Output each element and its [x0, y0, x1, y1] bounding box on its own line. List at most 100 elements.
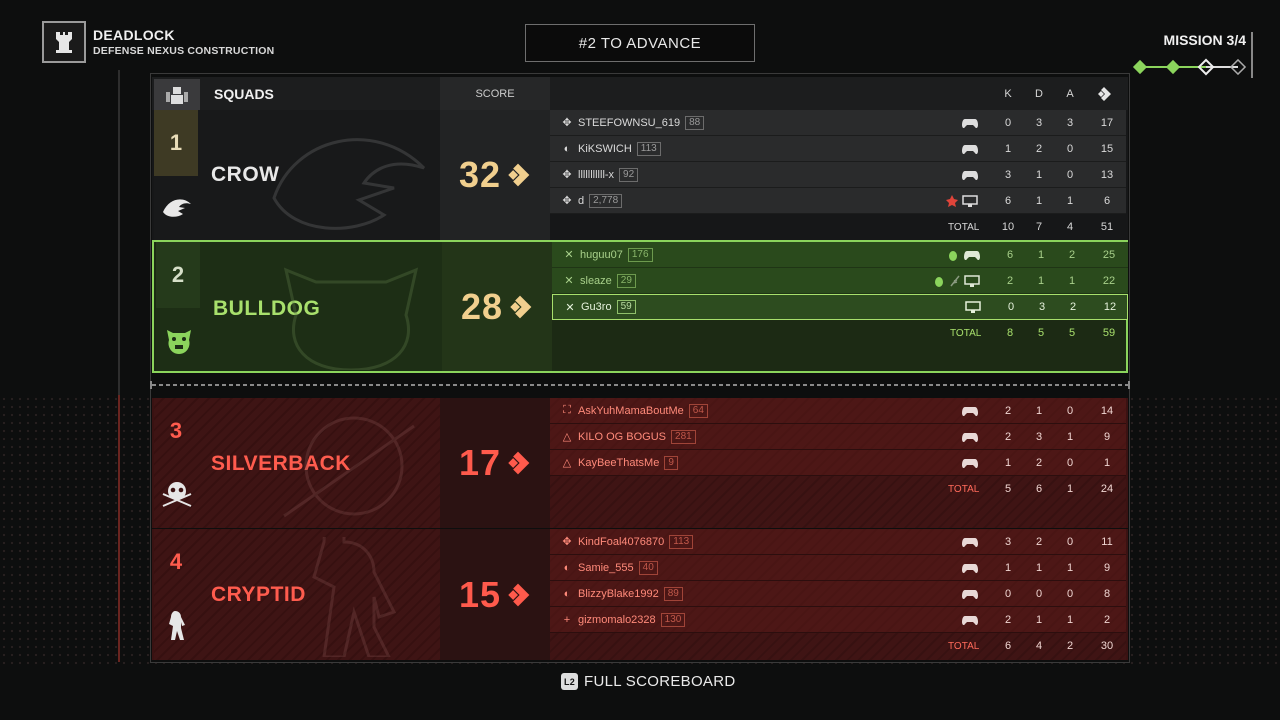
- points: 22: [1102, 274, 1116, 287]
- rank-icon: ◐: [563, 587, 571, 600]
- mode-header: DEADLOCK DEFENSE NEXUS CONSTRUCTION: [42, 21, 274, 63]
- controller-icon: [962, 563, 978, 573]
- squad-score: 32: [458, 154, 502, 195]
- deaths: 1: [1035, 404, 1043, 417]
- player-row[interactable]: ◐ Samie_555 40 1 1 1 9: [550, 555, 1126, 581]
- player-row[interactable]: ◐ BlizzyBlake1992 89 0 0 0 8: [550, 581, 1126, 607]
- player-level: 130: [660, 612, 686, 627]
- player-level: 92: [619, 167, 639, 182]
- grenade-icon: [935, 276, 943, 287]
- totals-row: TOTAL 10 7 4 51: [550, 214, 1126, 240]
- points: 9: [1103, 561, 1111, 574]
- player-level: 281: [671, 429, 696, 444]
- player-row[interactable]: ◐ KiKSWICH 113 1 2 0 15: [550, 136, 1126, 162]
- full-scoreboard-button[interactable]: L2 FULL SCOREBOARD: [561, 673, 735, 690]
- player-row[interactable]: △ KayBeeThatsMe 9 1 2 0 1: [550, 450, 1126, 476]
- player-level: 9: [664, 455, 678, 470]
- player-row[interactable]: △ KILO OG BOGUS 281 2 3 1 9: [550, 424, 1126, 450]
- player-row[interactable]: ✥ d 2,778 6 1 1 6: [550, 188, 1126, 214]
- total-kills: 10: [1001, 221, 1015, 233]
- squad-score-cell: 32: [440, 110, 550, 240]
- assists: 1: [1066, 194, 1074, 207]
- player-row-self[interactable]: ✕ Gu3ro 59 0 3 2 12: [552, 294, 1128, 320]
- player-row[interactable]: ✕ huguu07 176 6 1 2 25: [552, 242, 1128, 268]
- squad-banner: 2 BULLDOG: [156, 242, 442, 371]
- total-assists: 2: [1066, 640, 1074, 652]
- skull-icon: [946, 194, 958, 207]
- assists: 0: [1066, 168, 1074, 181]
- deaths: 1: [1035, 561, 1043, 574]
- assists: 3: [1066, 116, 1074, 129]
- totals-row: TOTAL 5 6 1 24: [550, 476, 1126, 502]
- squad-crow[interactable]: 1 CROW 32 ✥ STEEFOWNSU_619 88 0 3 3 17 ◐ KiKSWI…: [152, 110, 1128, 240]
- rank-icon: ⛶: [563, 404, 571, 416]
- player-row[interactable]: ⛶ AskYuhMamaBoutMe 64 2 1 0 14: [550, 398, 1126, 424]
- mission-progress: [1132, 58, 1247, 76]
- deaths: 3: [1035, 116, 1043, 129]
- rank-icon: ◐: [563, 142, 571, 155]
- squad-cryptid[interactable]: 4 CRYPTID 15 ✥ KindFoal4076870 113 3 2 0 11 ◐ S…: [152, 529, 1128, 660]
- deaths: 2: [1035, 456, 1043, 469]
- squad-rank: 2: [156, 242, 200, 308]
- player-name: Samie_555: [578, 561, 634, 574]
- controller-icon: [962, 537, 978, 547]
- total-label: TOTAL: [950, 328, 982, 339]
- player-name: KayBeeThatsMe: [578, 456, 660, 469]
- player-row[interactable]: + gizmomalo2328 130 2 1 1 2: [550, 607, 1126, 633]
- scoreboard-header: SQUADS SCORE K D A: [152, 77, 1128, 110]
- kills: 1: [1004, 456, 1012, 469]
- squads-heading: SQUADS: [214, 86, 274, 102]
- controller-icon: [962, 118, 978, 128]
- deaths: 2: [1035, 535, 1043, 548]
- player-name: AskYuhMamaBoutMe: [578, 404, 684, 417]
- player-list: ✥ STEEFOWNSU_619 88 0 3 3 17 ◐ KiKSWICH 113 1 2 0 15…: [550, 110, 1126, 240]
- deaths: 3: [1035, 430, 1043, 443]
- total-kills: 5: [1004, 483, 1012, 495]
- kills: 2: [1004, 404, 1012, 417]
- points: 13: [1100, 168, 1114, 181]
- gorilla-skull-icon: [162, 482, 192, 507]
- gorilla-art: [283, 416, 415, 518]
- assists: 2: [1068, 248, 1076, 261]
- divider-cap: [150, 381, 152, 389]
- assists: 0: [1066, 587, 1074, 600]
- total-deaths: 4: [1035, 640, 1043, 652]
- squad-score-cell: 17: [440, 398, 550, 528]
- pc-monitor-icon: [964, 274, 980, 287]
- total-kills: 6: [1004, 640, 1012, 652]
- points: 1: [1103, 456, 1111, 469]
- assists: 0: [1066, 142, 1074, 155]
- player-level: 2,778: [589, 193, 623, 208]
- total-kills: 8: [1006, 327, 1014, 339]
- assists: 1: [1068, 274, 1076, 287]
- player-row[interactable]: ✕ sleaze 29 2 1 1 22: [552, 268, 1128, 294]
- assists: 1: [1066, 561, 1074, 574]
- player-level: 176: [627, 247, 653, 262]
- squad-silverback[interactable]: 3 SILVERBACK 17 ⛶ AskYuhMamaBoutMe 64 2 1 0 14…: [152, 398, 1128, 528]
- player-name: BlizzyBlake1992: [578, 587, 659, 600]
- player-row[interactable]: ✥ lllllllllll-x 92 3 1 0 13: [550, 162, 1126, 188]
- total-assists: 1: [1066, 483, 1074, 495]
- player-level: 88: [685, 115, 705, 130]
- player-name: KindFoal4076870: [578, 535, 665, 548]
- rank-icon: ✥: [562, 169, 572, 181]
- points: 11: [1101, 535, 1113, 548]
- eagle-icon: [163, 199, 191, 217]
- player-row[interactable]: ✥ KindFoal4076870 113 3 2 0 11: [550, 529, 1126, 555]
- scoreboard: SQUADS SCORE K D A 1 CROW 32 ✥ STEEFOWNSU…: [150, 75, 1130, 661]
- player-level: 89: [663, 586, 683, 601]
- player-row[interactable]: ✥ STEEFOWNSU_619 88 0 3 3 17: [550, 110, 1126, 136]
- squad-bulldog[interactable]: 2 BULLDOG 28 ✕ huguu07 176 6 1 2 25 ✕ sleaze 29 2…: [152, 240, 1128, 373]
- bulldog-art: [283, 267, 419, 370]
- assists: 0: [1066, 535, 1074, 548]
- kills: 3: [1004, 535, 1012, 548]
- deaths: 3: [1038, 301, 1046, 313]
- squad-banner: 3 SILVERBACK: [154, 398, 440, 528]
- deaths: 1: [1037, 248, 1045, 261]
- bulldog-icon: [167, 330, 191, 354]
- controller-icon: [962, 589, 978, 599]
- total-deaths: 5: [1037, 327, 1045, 339]
- points: 6: [1103, 194, 1111, 207]
- rank-icon: △: [562, 431, 572, 443]
- rank-icon: ✥: [562, 195, 572, 207]
